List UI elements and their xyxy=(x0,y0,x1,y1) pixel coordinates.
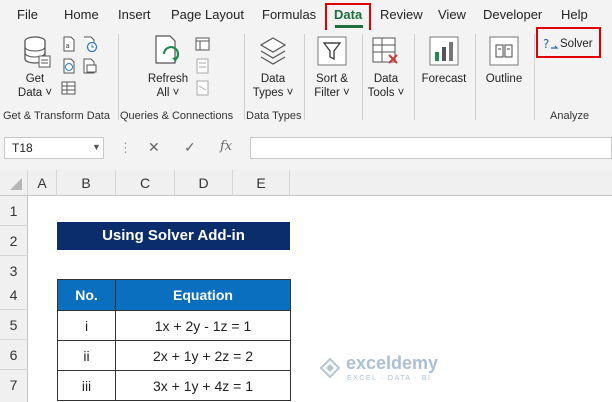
column-header-empty xyxy=(290,170,612,196)
forecast-icon[interactable] xyxy=(429,36,459,66)
outline-icon[interactable] xyxy=(489,36,519,66)
column-header-e[interactable]: E xyxy=(233,170,290,196)
column-header-d[interactable]: D xyxy=(175,170,233,196)
recent-sources-icon[interactable] xyxy=(82,36,98,52)
insert-function-icon[interactable]: fx xyxy=(220,139,232,154)
cell-no[interactable]: ii xyxy=(57,340,116,371)
row-header-6[interactable]: 6 xyxy=(0,340,28,370)
grip-icon: ⋮ xyxy=(119,140,132,155)
ribbon-separator xyxy=(304,34,305,120)
enter-icon[interactable]: ✓ xyxy=(184,139,196,156)
cell-equation[interactable]: 1x + 2y - 1z = 1 xyxy=(115,310,291,341)
header-no[interactable]: No. xyxy=(57,279,116,311)
properties-icon[interactable] xyxy=(195,58,211,74)
row-header-1[interactable]: 1 xyxy=(0,196,28,226)
data-tools-button[interactable]: Data Tools ˅ xyxy=(362,72,410,100)
refresh-all-button[interactable]: Refresh All ˅ xyxy=(142,72,194,100)
data-tools-icon[interactable] xyxy=(371,36,401,66)
data-tab-highlight xyxy=(325,3,371,32)
column-header-a[interactable]: A xyxy=(28,170,57,196)
group-label-data-types: Data Types xyxy=(246,110,302,122)
existing-connections-icon[interactable] xyxy=(82,58,98,74)
sort-filter-button[interactable]: Sort & Filter ˅ xyxy=(308,72,356,100)
refresh-all-icon[interactable] xyxy=(152,34,186,68)
table-row: iii 3x + 1y + 4z = 1 xyxy=(57,370,291,401)
tab-formulas[interactable]: Formulas xyxy=(262,7,316,22)
table-row: i 1x + 2y - 1z = 1 xyxy=(57,310,291,341)
from-web-icon[interactable] xyxy=(61,58,77,74)
name-box-dropdown-icon[interactable]: ▼ xyxy=(92,142,101,152)
ribbon-separator xyxy=(244,34,245,120)
watermark-name: exceldemy xyxy=(346,353,439,373)
name-box[interactable]: T18 xyxy=(4,137,104,159)
svg-text:a: a xyxy=(66,42,70,50)
edit-links-icon[interactable] xyxy=(195,80,211,96)
formula-input[interactable] xyxy=(250,137,612,159)
table-row: ii 2x + 1y + 2z = 2 xyxy=(57,340,291,371)
column-header-b[interactable]: B xyxy=(57,170,116,196)
data-types-icon[interactable] xyxy=(257,36,289,68)
select-all-triangle-icon xyxy=(10,178,22,190)
from-table-icon[interactable] xyxy=(61,80,77,96)
row-header-7[interactable]: 7 xyxy=(0,370,28,402)
forecast-button[interactable]: Forecast xyxy=(418,72,470,86)
ribbon-separator xyxy=(118,34,119,120)
watermark-tagline: EXCEL · DATA · BI xyxy=(347,375,432,382)
tab-review[interactable]: Review xyxy=(380,7,423,22)
solver-highlight xyxy=(536,27,601,58)
row-header-5[interactable]: 5 xyxy=(0,310,28,340)
data-types-button[interactable]: Data Types ˅ xyxy=(249,72,297,100)
outline-button[interactable]: Outline xyxy=(478,72,530,86)
ribbon: Get Data ˅ a Refresh All ˅ Data Types ˅ … xyxy=(0,30,612,127)
group-label-get-transform: Get & Transform Data xyxy=(3,110,110,122)
tab-file[interactable]: File xyxy=(17,7,38,22)
row-header-2[interactable]: 2 xyxy=(0,226,28,256)
tab-developer[interactable]: Developer xyxy=(483,7,542,22)
group-label-queries-connections: Queries & Connections xyxy=(120,110,234,122)
tab-view[interactable]: View xyxy=(438,7,466,22)
database-icon[interactable] xyxy=(22,34,52,68)
exceldemy-logo-icon xyxy=(319,357,341,379)
tab-insert[interactable]: Insert xyxy=(118,7,151,22)
from-text-icon[interactable]: a xyxy=(61,36,77,52)
tab-page-layout[interactable]: Page Layout xyxy=(171,7,244,22)
select-all-corner[interactable] xyxy=(0,170,28,196)
column-header-c[interactable]: C xyxy=(116,170,175,196)
queries-connections-icon[interactable] xyxy=(195,36,211,52)
cell-equation[interactable]: 2x + 1y + 2z = 2 xyxy=(115,340,291,371)
cell-no[interactable]: iii xyxy=(57,370,116,401)
ribbon-separator xyxy=(414,34,415,120)
tab-home[interactable]: Home xyxy=(64,7,99,22)
cell-no[interactable]: i xyxy=(57,310,116,341)
sheet-title[interactable]: Using Solver Add-in xyxy=(57,222,290,250)
menu-bar: File Home Insert Page Layout Formulas Da… xyxy=(0,0,612,30)
cell-equation[interactable]: 3x + 1y + 4z = 1 xyxy=(115,370,291,401)
ribbon-separator xyxy=(534,34,535,120)
table-header-row: No. Equation xyxy=(57,279,291,311)
header-equation[interactable]: Equation xyxy=(115,279,291,311)
equation-table: No. Equation i 1x + 2y - 1z = 1 ii 2x + … xyxy=(57,279,291,401)
tab-help[interactable]: Help xyxy=(561,7,588,22)
cancel-icon[interactable]: ✕ xyxy=(148,139,160,156)
get-data-button[interactable]: Get Data ˅ xyxy=(12,72,58,100)
filter-icon[interactable] xyxy=(317,36,347,66)
ribbon-separator xyxy=(475,34,476,120)
row-header-4[interactable]: 4 xyxy=(0,280,28,310)
group-label-analyze: Analyze xyxy=(550,110,590,122)
